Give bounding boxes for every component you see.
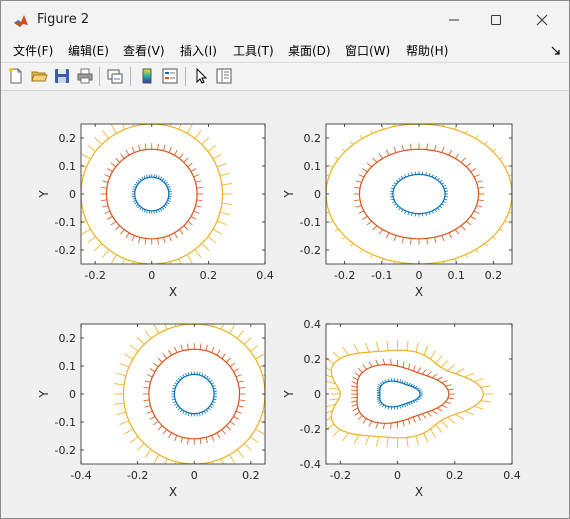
window-title: Figure 2: [37, 12, 90, 27]
link-plot-icon[interactable]: [106, 67, 124, 85]
x-tick-label: 0.2: [242, 469, 260, 482]
new-figure-icon[interactable]: [7, 67, 25, 85]
x-tick-label: -0.4: [70, 469, 91, 482]
axes-background: [81, 124, 265, 264]
toolbar-separator: [185, 67, 186, 86]
y-tick-label: -0.2: [300, 423, 321, 436]
maximize-icon: [491, 15, 501, 25]
close-icon: [536, 14, 548, 26]
figure-canvas: -0.2 0 0.2 0.4 0.2 0.1 0 -0.1 -0.2 X Y -0.2 -0.1 0 0.1…: [6, 91, 554, 511]
x-tick-label: 0.4: [256, 269, 274, 282]
subplot-3: -0.4 -0.2 0 0.2 0.2 0.1 0 -0.1 -0.2 X Y: [37, 323, 266, 499]
menu-window[interactable]: 窗口(W): [345, 42, 390, 59]
minimize-icon: [449, 19, 459, 21]
y-tick-label: 0: [69, 188, 76, 201]
dock-arrow-icon[interactable]: [551, 45, 561, 55]
x-axis-label: X: [415, 485, 423, 499]
x-tick-label: 0.2: [446, 469, 464, 482]
subplot-1: -0.2 0 0.2 0.4 0.2 0.1 0 -0.1 -0.2 X Y: [37, 123, 274, 299]
x-tick-label: 0: [394, 469, 401, 482]
y-tick-label: 0.4: [304, 318, 322, 331]
y-tick-label: -0.1: [55, 216, 76, 229]
menu-view[interactable]: 查看(V): [123, 42, 165, 59]
y-tick-label: -0.1: [300, 216, 321, 229]
x-tick-label: 0.1: [447, 269, 465, 282]
y-tick-label: 0.2: [304, 353, 322, 366]
y-tick-label: 0: [314, 388, 321, 401]
toolbar: [1, 62, 569, 91]
quiver-arrow: [160, 263, 162, 264]
x-tick-label: -0.1: [371, 269, 392, 282]
x-tick-label: 0.2: [200, 269, 218, 282]
matlab-icon: [14, 15, 28, 27]
x-tick-label: -0.2: [334, 269, 355, 282]
print-icon[interactable]: [76, 67, 94, 85]
menu-file[interactable]: 文件(F): [13, 42, 53, 59]
legend-icon[interactable]: [161, 67, 179, 85]
y-tick-label: -0.2: [55, 244, 76, 257]
x-tick-label: -0.2: [330, 469, 351, 482]
quiver-arrow: [203, 324, 204, 325]
quiver-arrow: [184, 324, 186, 325]
open-folder-icon[interactable]: [30, 67, 48, 85]
menu-insert[interactable]: 插入(I): [180, 42, 217, 59]
x-tick-label: 0: [148, 269, 155, 282]
subplot-2: -0.2 -0.1 0 0.1 0.2 0.2 0.1 0 -0.1 -0.2 X Y: [282, 123, 513, 299]
toolbar-separator: [130, 67, 131, 86]
x-axis-label: X: [169, 285, 177, 299]
quiver-arrow: [203, 463, 204, 464]
save-icon[interactable]: [53, 67, 71, 85]
y-axis-label: Y: [282, 390, 296, 399]
x-tick-label: -0.2: [84, 269, 105, 282]
pointer-icon[interactable]: [192, 67, 210, 85]
maximize-button[interactable]: [475, 5, 517, 35]
quiver-arrow: [264, 402, 265, 404]
quiver-arrow: [81, 202, 82, 204]
y-axis-label: Y: [282, 190, 296, 199]
toolbar-separator: [99, 67, 100, 86]
x-tick-label: 0: [191, 469, 198, 482]
quiver-arrow: [81, 184, 82, 186]
y-tick-label: 0: [314, 188, 321, 201]
y-tick-label: 0.2: [59, 332, 77, 345]
y-tick-label: 0.2: [59, 132, 77, 145]
x-tick-label: -0.2: [127, 469, 148, 482]
quiver-arrow: [142, 263, 143, 264]
close-button[interactable]: [521, 5, 563, 35]
menu-help[interactable]: 帮助(H): [406, 42, 448, 59]
menu-bar: 文件(F) 编辑(E) 查看(V) 插入(I) 工具(T) 桌面(D) 窗口(W…: [1, 39, 569, 61]
y-axis-label: Y: [37, 390, 51, 399]
colorbar-icon[interactable]: [138, 67, 156, 85]
y-tick-label: 0.2: [304, 132, 322, 145]
y-tick-label: 0.1: [304, 160, 322, 173]
x-tick-label: 0.4: [503, 469, 521, 482]
y-tick-label: -0.4: [300, 458, 321, 471]
x-tick-label: 0: [416, 269, 423, 282]
menu-edit[interactable]: 编辑(E): [68, 42, 109, 59]
x-axis-label: X: [415, 285, 423, 299]
menu-desktop[interactable]: 桌面(D): [288, 42, 331, 59]
y-tick-label: -0.1: [55, 416, 76, 429]
y-axis-label: Y: [37, 190, 51, 199]
subplot-4: -0.2 0 0.2 0.4 0.4 0.2 0 -0.2 -0.4 X Y: [282, 318, 521, 499]
quiver-arrow: [264, 384, 265, 386]
menu-tools[interactable]: 工具(T): [233, 42, 274, 59]
y-tick-label: -0.2: [55, 444, 76, 457]
x-axis-label: X: [169, 485, 177, 499]
y-tick-label: 0: [69, 388, 76, 401]
quiver-arrow: [142, 124, 143, 125]
y-tick-label: 0.1: [59, 360, 77, 373]
quiver-arrow: [184, 463, 186, 464]
figure-window: Figure 2 文件(F) 编辑(E) 查看(V) 插入(I) 工具(T) 桌…: [0, 0, 570, 519]
minimize-button[interactable]: [433, 5, 475, 35]
quiver-arrow: [160, 124, 162, 125]
title-bar: Figure 2: [1, 1, 569, 39]
property-inspector-icon[interactable]: [215, 67, 233, 85]
x-tick-label: 0.2: [485, 269, 503, 282]
y-tick-label: -0.2: [300, 244, 321, 257]
y-tick-label: 0.1: [59, 160, 77, 173]
